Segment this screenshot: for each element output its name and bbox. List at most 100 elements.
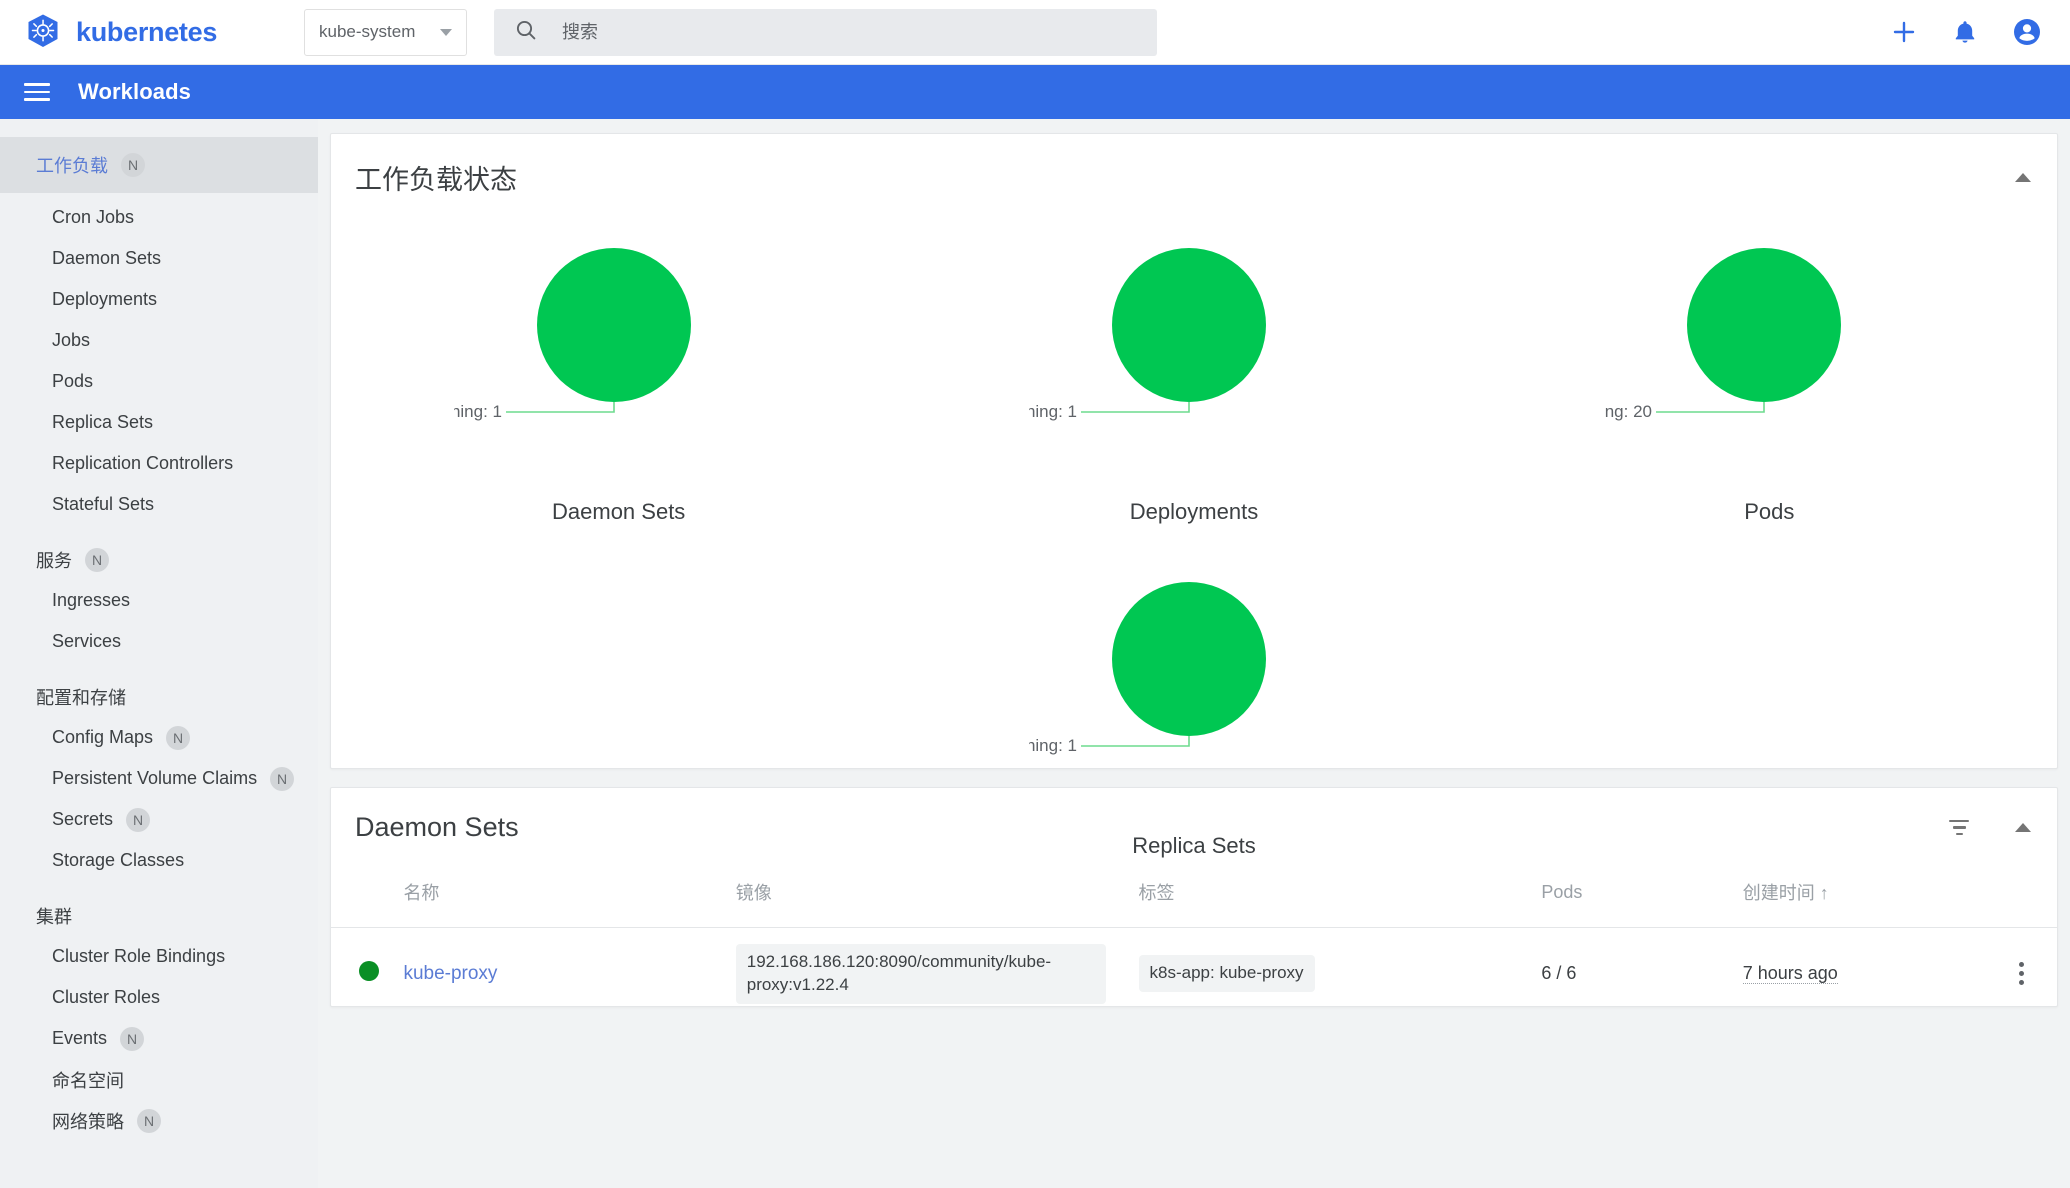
- pie-slice-label: Running: 1: [1029, 736, 1077, 755]
- status-badge: [331, 928, 395, 1008]
- main-content: 工作负载状态 Running: 1 Daemon Sets Running: 1 De…: [318, 119, 2070, 1188]
- sidebar-item-label: Replica Sets: [52, 412, 153, 433]
- table-row[interactable]: kube-proxy 192.168.186.120:8090/community…: [331, 928, 2057, 1008]
- workload-status-title: 工作负载状态: [355, 158, 2015, 197]
- age-text[interactable]: 7 hours ago: [1743, 963, 1838, 984]
- namespaced-badge-icon: N: [270, 767, 294, 791]
- sidebar-item-jobs[interactable]: Jobs: [0, 320, 318, 361]
- sidebar-item-stateful-sets[interactable]: Stateful Sets: [0, 484, 318, 525]
- page-toolbar: Workloads: [0, 65, 2070, 119]
- sidebar-item-label: Deployments: [52, 289, 157, 310]
- sidebar-group-1[interactable]: 工作负载N: [0, 137, 318, 193]
- pie-slice-label: Running: 1: [454, 402, 502, 421]
- kubernetes-helm-wheel-icon: [24, 13, 62, 51]
- sidebar-item-ingresses[interactable]: Ingresses: [0, 580, 318, 621]
- workload-status-card-actions: [2015, 173, 2031, 182]
- pie-slice-running: [1687, 248, 1841, 402]
- brand[interactable]: kubernetes: [24, 13, 294, 51]
- collapse-caret-up-icon[interactable]: [2015, 173, 2031, 182]
- bell-icon[interactable]: [1952, 18, 1978, 46]
- daemon-set-name-link[interactable]: kube-proxy: [403, 963, 497, 984]
- sidebar-item-label: Pods: [52, 371, 93, 392]
- sidebar-item-deployments[interactable]: Deployments: [0, 279, 318, 320]
- table-column-header-4[interactable]: 标签: [1131, 869, 1534, 928]
- sidebar-item-label: 命名空间: [52, 1067, 124, 1093]
- workload-chart-deployments: Running: 1 Deployments: [906, 227, 1481, 525]
- cell-labels: k8s-app: kube-proxy: [1131, 928, 1534, 1008]
- pie-chart-svg: Running: 20: [1604, 227, 1934, 477]
- sidebar-item-events[interactable]: EventsN: [0, 1018, 318, 1059]
- sidebar-item-label: Config Maps: [52, 727, 153, 748]
- chart-caption: Deployments: [1130, 499, 1258, 525]
- sidebar-item-cron-jobs[interactable]: Cron Jobs: [0, 197, 318, 238]
- leader-line: [1081, 402, 1189, 412]
- table-header-row: 名称镜像标签Pods创建时间 ↑: [331, 869, 2057, 928]
- sidebar-item-pods[interactable]: Pods: [0, 361, 318, 402]
- sidebar-item-label: Cluster Role Bindings: [52, 946, 225, 967]
- workload-status-card-header: 工作负载状态: [331, 134, 2057, 197]
- pie-chart-svg: Running: 1: [454, 227, 784, 477]
- workload-chart-daemon-sets: Running: 1 Daemon Sets: [331, 227, 906, 525]
- table-column-header-6[interactable]: 创建时间 ↑: [1735, 869, 1987, 928]
- hamburger-menu-icon[interactable]: [24, 83, 50, 101]
- table-column-header-5[interactable]: Pods: [1533, 869, 1734, 928]
- sidebar-item-replica-sets[interactable]: Replica Sets: [0, 402, 318, 443]
- leader-line: [506, 402, 614, 412]
- cell-actions: [1986, 928, 2057, 1008]
- chart-canvas: Running: 1: [1029, 227, 1359, 477]
- workload-status-card: 工作负载状态 Running: 1 Daemon Sets Running: 1 De…: [330, 133, 2058, 769]
- account-circle-icon[interactable]: [2012, 17, 2042, 47]
- plus-icon[interactable]: [1890, 18, 1918, 46]
- sidebar-group-label: 配置和存储: [36, 684, 126, 710]
- daemon-sets-table-body: kube-proxy 192.168.186.120:8090/community…: [331, 928, 2057, 1008]
- sidebar-item-cluster-roles[interactable]: Cluster Roles: [0, 977, 318, 1018]
- sidebar-item-label: Events: [52, 1028, 107, 1049]
- sidebar-group-3: 配置和存储: [0, 676, 318, 717]
- sidebar: 工作负载NCron Jobs Daemon Sets Deployments Jobs…: [0, 119, 318, 1188]
- sidebar-item-storage-classes[interactable]: Storage Classes: [0, 840, 318, 881]
- sidebar-item-secrets[interactable]: Secrets N: [0, 799, 318, 840]
- sidebar-item-label: Daemon Sets: [52, 248, 161, 269]
- table-column-header-2[interactable]: 名称: [395, 869, 727, 928]
- namespaced-badge-icon: N: [126, 808, 150, 832]
- daemon-sets-table-head: 名称镜像标签Pods创建时间 ↑: [331, 869, 2057, 928]
- leader-line: [1081, 736, 1189, 746]
- sidebar-item-label: Secrets: [52, 809, 113, 830]
- sidebar-item-persistent-volume-claims[interactable]: Persistent Volume ClaimsN: [0, 758, 318, 799]
- daemon-sets-table: 名称镜像标签Pods创建时间 ↑ kube-proxy 192.168.186.1…: [331, 869, 2057, 1007]
- collapse-caret-up-icon[interactable]: [2015, 823, 2031, 832]
- workload-chart-replica-sets: Running: 1 Replica Sets: [906, 561, 1481, 859]
- workload-chart-pods: Running: 20Pods: [1482, 227, 2057, 525]
- page-title: Workloads: [78, 79, 191, 105]
- namespaced-badge-icon: N: [121, 153, 145, 177]
- sidebar-item-replication-controllers[interactable]: Replication Controllers: [0, 443, 318, 484]
- workload-status-charts-row2: Running: 1 Replica Sets: [331, 561, 2057, 895]
- chart-caption: Daemon Sets: [552, 499, 685, 525]
- pie-slice-running: [537, 248, 691, 402]
- sidebar-item-[interactable]: 命名空间: [0, 1059, 318, 1100]
- sidebar-group-label: 集群: [36, 903, 72, 929]
- sidebar-item-[interactable]: 网络策略N: [0, 1100, 318, 1141]
- chart-canvas: Running: 1: [454, 227, 784, 477]
- sidebar-item-services[interactable]: Services: [0, 621, 318, 662]
- filter-list-icon[interactable]: [1949, 820, 1969, 836]
- cell-age: 7 hours ago: [1735, 928, 1987, 1008]
- pie-slice-running: [1112, 582, 1266, 736]
- namespaced-badge-icon: N: [166, 726, 190, 750]
- namespace-selector[interactable]: kube-system: [304, 9, 467, 56]
- brand-name: kubernetes: [76, 17, 217, 48]
- sidebar-item-config-maps[interactable]: Config Maps N: [0, 717, 318, 758]
- search-input[interactable]: [560, 21, 1137, 44]
- cell-pods: 6 / 6: [1533, 928, 1734, 1008]
- top-header: kubernetes kube-system: [0, 0, 2070, 65]
- status-dot-icon: [359, 961, 379, 981]
- sidebar-item-label: Cluster Roles: [52, 987, 160, 1008]
- chart-caption: Replica Sets: [1132, 833, 1256, 859]
- sidebar-item-daemon-sets[interactable]: Daemon Sets: [0, 238, 318, 279]
- namespace-value: kube-system: [319, 22, 440, 42]
- more-vert-icon[interactable]: [1994, 962, 2049, 985]
- sidebar-item-cluster-role-bindings[interactable]: Cluster Role Bindings: [0, 936, 318, 977]
- table-column-header-3[interactable]: 镜像: [728, 869, 1131, 928]
- image-chip: 192.168.186.120:8090/community/kube-prox…: [736, 944, 1106, 1004]
- search-box[interactable]: [494, 9, 1157, 56]
